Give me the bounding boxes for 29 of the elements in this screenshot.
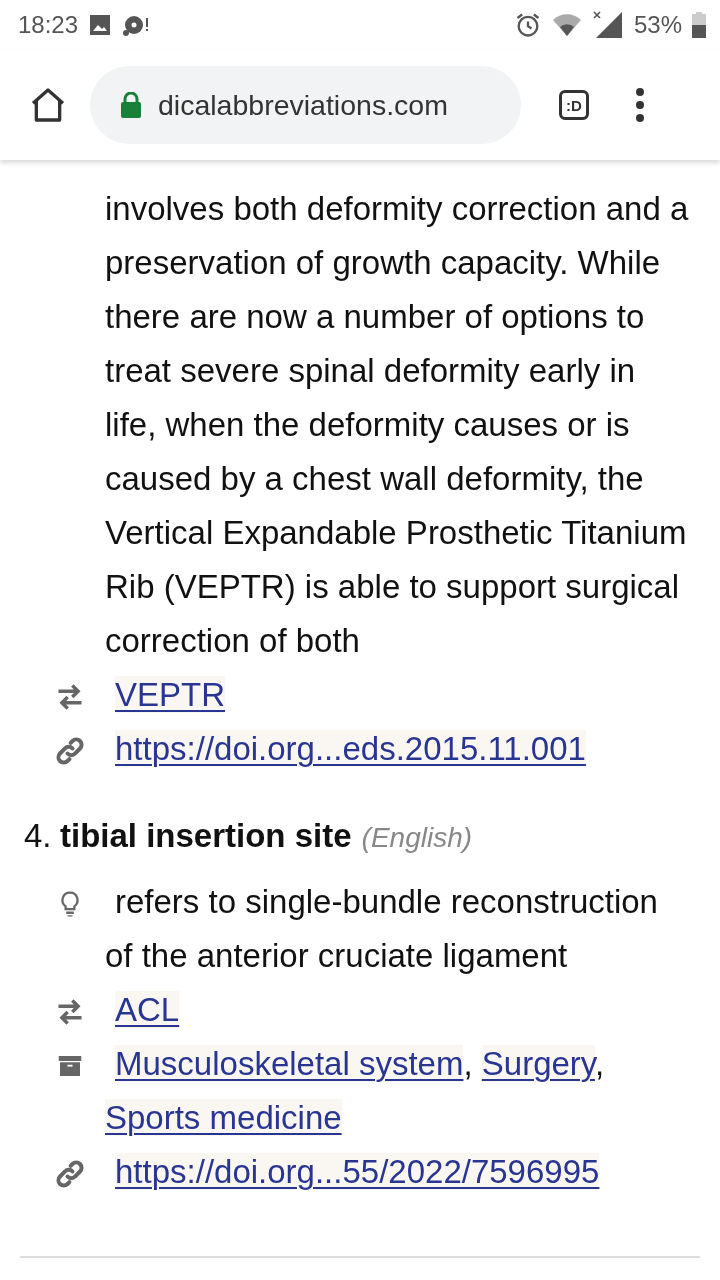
url-text: dicalabbreviations.com	[158, 88, 448, 122]
term-title: tibial insertion site	[60, 816, 352, 856]
cell-signal-icon	[591, 10, 624, 40]
source-link[interactable]: https://doi.org...55/2022/7596995	[115, 1153, 600, 1190]
battery-icon	[692, 12, 706, 38]
lock-icon	[120, 92, 142, 118]
swap-arrows-icon	[55, 682, 85, 713]
source-link[interactable]: https://doi.org...eds.2015.11.001	[115, 730, 586, 767]
disc-alert-icon	[122, 13, 151, 37]
address-bar[interactable]: dicalabbreviations.com	[90, 66, 521, 144]
category-link[interactable]: Sports medicine	[105, 1099, 342, 1136]
menu-icon[interactable]	[635, 87, 645, 123]
battery-percent: 53%	[633, 11, 682, 39]
category-link[interactable]: Surgery	[481, 1045, 595, 1082]
abbreviation-link[interactable]: VEPTR	[115, 676, 226, 713]
entry-number: 4.	[24, 816, 53, 856]
comma-separator: ,	[463, 1045, 473, 1082]
language-label: (English)	[361, 821, 473, 855]
category-link[interactable]: Musculoskeletal system	[115, 1045, 464, 1082]
wifi-icon	[551, 12, 582, 38]
definition-text: refers to single-bundle reconstruction of the anterior cruciate ligament	[105, 883, 658, 974]
tab-switcher-button[interactable]: :D	[559, 90, 589, 120]
definition-text: involves both deformity correction and a preservation of growth capacity. While there are now a number of options to treat severe spinal deformity early in life, when the deformity causes or is caused by a chest wall deformity, the Vertical Expandable Prosthetic Titanium Rib (VEPTR) is able to support surgical correction of both	[104, 189, 690, 661]
swap-arrows-icon	[55, 997, 85, 1028]
clock-time: 18:23	[18, 11, 79, 39]
link-icon	[55, 736, 85, 767]
abbreviation-link[interactable]: ACL	[115, 991, 180, 1028]
link-icon	[55, 1159, 85, 1190]
image-icon	[88, 13, 113, 37]
